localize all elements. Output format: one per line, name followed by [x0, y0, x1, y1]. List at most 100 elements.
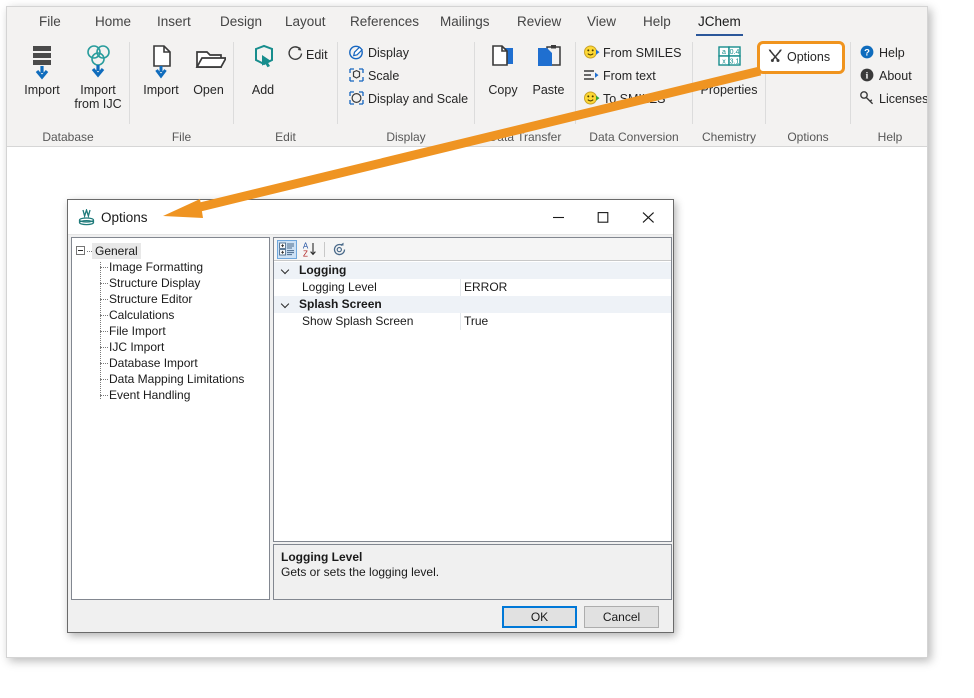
ribbon-button-copy[interactable]: Copy: [481, 44, 525, 97]
tree-item-structure-display[interactable]: Structure Display: [72, 275, 269, 291]
property-category-logging-label: Logging: [299, 262, 346, 279]
ribbon-button-copy-label: Copy: [488, 83, 517, 97]
reset-properties-icon[interactable]: [330, 240, 350, 259]
dialog-title-bar[interactable]: Options: [68, 200, 673, 235]
ribbon-button-display-and-scale[interactable]: Display and Scale: [348, 90, 468, 107]
tree-item-ijc-import[interactable]: IJC Import: [72, 339, 269, 355]
ribbon-tab-jchem[interactable]: JChem: [688, 7, 751, 36]
properties-grid-icon: a 0.4 x 3.1: [695, 44, 763, 80]
about-info-icon: i: [859, 67, 876, 83]
ribbon-tab-view[interactable]: View: [577, 7, 626, 36]
edit-pencil-icon: [286, 46, 303, 62]
ribbon-button-to-smiles[interactable]: To SMILES: [583, 90, 666, 107]
property-row-logging-level[interactable]: Logging Level ERROR: [274, 279, 671, 296]
tree-item-calculations-label: Calculations: [109, 307, 174, 323]
property-category-splash-screen-label: Splash Screen: [299, 296, 382, 313]
ribbon-tab-help[interactable]: Help: [633, 7, 681, 36]
close-icon[interactable]: [627, 200, 672, 234]
tree-item-structure-editor[interactable]: Structure Editor: [72, 291, 269, 307]
ribbon-tab-review[interactable]: Review: [507, 7, 571, 36]
ribbon-button-properties[interactable]: a 0.4 x 3.1 Properties: [695, 44, 763, 97]
property-description-pane: Logging Level Gets or sets the logging l…: [273, 544, 672, 600]
ribbon-tab-design[interactable]: Design: [210, 7, 272, 36]
ribbon-button-from-text-label: From text: [603, 69, 656, 83]
ribbon-tab-layout[interactable]: Layout: [275, 7, 336, 36]
options-dialog: Options General Image Formatting Structu…: [67, 199, 674, 633]
tree-dot-connector: [100, 299, 108, 300]
property-row-show-splash-screen[interactable]: Show Splash Screen True: [274, 313, 671, 330]
ribbon-button-options-highlight[interactable]: Options: [757, 41, 845, 74]
property-grid-toolbar: A Z: [274, 238, 671, 261]
ribbon-button-display[interactable]: Display: [348, 44, 409, 61]
tree-item-image-formatting[interactable]: Image Formatting: [72, 259, 269, 275]
property-row-logging-level-value[interactable]: ERROR: [464, 279, 507, 296]
folder-open-icon: [186, 44, 231, 80]
categorized-view-icon[interactable]: [277, 240, 297, 259]
svg-text:0.4: 0.4: [730, 49, 740, 56]
column-divider[interactable]: [460, 279, 461, 296]
tree-item-general[interactable]: General: [72, 243, 269, 259]
property-row-show-splash-screen-value[interactable]: True: [464, 313, 488, 330]
tree-item-image-formatting-label: Image Formatting: [109, 259, 203, 275]
dialog-title-text: Options: [101, 200, 148, 235]
ribbon-tab-strip: File HomeInsert DesignLayoutReferencesMail…: [7, 7, 927, 36]
ribbon-button-add[interactable]: Add: [240, 44, 286, 97]
tree-item-structure-display-label: Structure Display: [109, 275, 200, 291]
ribbon-button-about[interactable]: i About: [859, 67, 912, 84]
column-divider[interactable]: [460, 313, 461, 330]
ok-button[interactable]: OK: [502, 606, 577, 628]
property-description-text: Gets or sets the logging level.: [281, 565, 664, 580]
ribbon-group-label-chemistry: Chemistry: [693, 130, 765, 144]
jchem-word-icon: [78, 209, 95, 226]
ribbon-button-db-import-from-ijc[interactable]: Import from IJC: [69, 44, 127, 111]
ribbon-button-display-and-scale-label: Display and Scale: [368, 92, 468, 106]
property-category-splash-screen[interactable]: Splash Screen: [274, 296, 671, 313]
ribbon-group-data-conversion: From SMILES From text: [576, 36, 692, 146]
ribbon-button-db-import-label: Import: [24, 83, 59, 97]
add-structure-icon: [240, 44, 286, 80]
cancel-button[interactable]: Cancel: [584, 606, 659, 628]
alphabetical-sort-icon[interactable]: A Z: [300, 240, 320, 259]
ribbon-tab-home[interactable]: Home: [85, 7, 141, 36]
ribbon-button-options[interactable]: Options: [760, 44, 842, 71]
ribbon-group-label-help: Help: [851, 130, 928, 144]
svg-text:Z: Z: [303, 250, 308, 259]
ribbon-button-db-import[interactable]: Import: [15, 44, 69, 97]
tree-item-calculations[interactable]: Calculations: [72, 307, 269, 323]
tree-item-structure-editor-label: Structure Editor: [109, 291, 192, 307]
ribbon-button-licenses-label: Licenses: [879, 92, 928, 106]
tree-item-event-handling[interactable]: Event Handling: [72, 387, 269, 403]
ribbon-tab-label: Help: [643, 14, 671, 29]
ribbon-tab-mailings[interactable]: Mailings: [430, 7, 500, 36]
ribbon-button-db-import-from-ijc-label-2: from IJC: [74, 97, 121, 111]
ribbon-button-about-label: About: [879, 69, 912, 83]
maximize-icon[interactable]: [582, 200, 627, 234]
tree-item-file-import[interactable]: File Import: [72, 323, 269, 339]
property-grid[interactable]: A Z Logging Logging Level: [273, 237, 672, 542]
ribbon-group-label-file: File: [130, 130, 233, 144]
tree-dot-connector: [100, 363, 108, 364]
ribbon-button-edit[interactable]: Edit: [286, 46, 328, 63]
chevron-down-icon[interactable]: [282, 267, 290, 275]
ribbon-button-paste[interactable]: Paste: [525, 44, 572, 97]
key-icon: [859, 90, 876, 106]
ribbon-button-file-open[interactable]: Open: [186, 44, 231, 97]
ribbon-button-display-label: Display: [368, 46, 409, 60]
ribbon-button-scale[interactable]: Scale: [348, 67, 399, 84]
ribbon-tab-references[interactable]: References: [340, 7, 429, 36]
minimize-icon[interactable]: [537, 200, 582, 234]
options-category-tree[interactable]: General Image Formatting Structure Displ…: [71, 237, 270, 600]
tree-expander-icon[interactable]: [76, 246, 85, 255]
tree-item-data-mapping-limitations[interactable]: Data Mapping Limitations: [72, 371, 269, 387]
ribbon-button-from-smiles[interactable]: From SMILES: [583, 44, 682, 61]
ribbon-tab-insert[interactable]: Insert: [147, 7, 201, 36]
ribbon-button-paste-label: Paste: [533, 83, 565, 97]
ribbon-button-file-import[interactable]: Import: [136, 44, 186, 97]
ribbon-button-help[interactable]: ? Help: [859, 44, 905, 61]
chevron-down-icon[interactable]: [282, 301, 290, 309]
ribbon-button-from-text[interactable]: From text: [583, 67, 656, 84]
ribbon-button-licenses[interactable]: Licenses: [859, 90, 928, 107]
property-category-logging[interactable]: Logging: [274, 262, 671, 279]
tree-item-database-import[interactable]: Database Import: [72, 355, 269, 371]
ribbon-tab-file[interactable]: File: [29, 7, 71, 36]
